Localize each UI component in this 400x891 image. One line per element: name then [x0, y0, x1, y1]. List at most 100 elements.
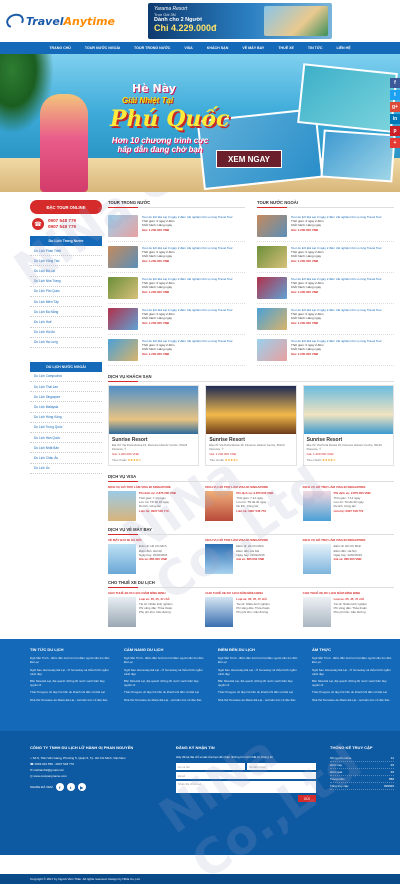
footer-link[interactable]: Thác Pongour về đẹp hút hồn du khách khi… — [312, 690, 394, 694]
nav-item[interactable]: TOUR NƯỚC NGOÀI — [78, 42, 127, 54]
tour-thumbnail[interactable] — [108, 308, 138, 330]
sidebar-link[interactable]: Du Lịch Campuchia — [30, 372, 102, 383]
footer-link[interactable]: Ngôi Sao Homestay Đà Lạt - Ở homestay và… — [30, 668, 112, 676]
hotel-card[interactable]: Sunrise Resort Địa chỉ: Via Porta Rossa 1… — [302, 385, 394, 467]
sidebar-link[interactable]: Du Lịch Phú Quốc — [30, 287, 102, 297]
sidebar-link[interactable]: Du Lịch Đà Nẵng — [30, 307, 102, 318]
footer-link[interactable]: Bốn Mùa Đà Lạt, địa quanh những lối nước… — [30, 679, 112, 687]
tour-item[interactable]: Tour du lịch Đà Lạt 3 ngày 2 đêm trải ng… — [108, 335, 245, 366]
sidebar-link[interactable]: Du Lịch Phan Thiết — [30, 246, 102, 257]
sidebar-link[interactable]: Du Lịch Thái Lan — [30, 382, 102, 393]
tour-thumbnail[interactable] — [108, 339, 138, 361]
sidebar-link[interactable]: Du Lịch Vũng Tàu — [30, 256, 102, 267]
social-icon[interactable]: + — [390, 138, 400, 148]
footer-link[interactable]: Thác Pongour về đẹp hút hồn du khách khi… — [124, 690, 206, 694]
footer-link[interactable]: Ngũ Sắc Trình - điểm đến hot hơn hút đám… — [30, 656, 112, 664]
tour-item[interactable]: Tour du lịch Đà Lạt 3 ngày 2 đêm trải ng… — [257, 242, 394, 273]
visa-card[interactable]: DỊCH VỤ HỖ TRỢ LÀM VISA ĐI SINGAPORE Phí … — [108, 485, 199, 522]
tour-item[interactable]: Tour du lịch Đà Lạt 3 ngày 2 đêm trải ng… — [257, 273, 394, 304]
tour-thumbnail[interactable] — [257, 339, 287, 361]
tour-item[interactable]: Tour du lịch Đà Lạt 3 ngày 2 đêm trải ng… — [257, 335, 394, 366]
tour-item[interactable]: Tour du lịch Đà Lạt 3 ngày 2 đêm trải ng… — [257, 211, 394, 242]
sidebar-link[interactable]: Du Lịch Nhật Bản — [30, 443, 102, 454]
flight-card-title[interactable]: DỊCH VỤ HỖ TRỢ LÀM VISA ĐI SINGAPORE — [205, 538, 296, 542]
hero-cta-button[interactable]: XEM NGAY — [216, 150, 282, 168]
footer-link[interactable]: Ngôi Sao Homestay Đà Lạt - Ở homestay và… — [124, 668, 206, 676]
sidebar-link[interactable]: Du Lịch Nha Trang — [30, 277, 102, 287]
tour-item[interactable]: Tour du lịch Đà Lạt 3 ngày 2 đêm trải ng… — [108, 273, 245, 304]
social-icon[interactable]: p — [390, 126, 400, 136]
nav-item[interactable]: KHÁCH SẠN — [200, 42, 236, 54]
sidebar-link[interactable]: Du Lịch Hồng Kông — [30, 413, 102, 423]
flight-card[interactable]: DỊCH VỤ HỖ TRỢ LÀM VISA ĐI SINGAPORE Điểm… — [302, 538, 394, 575]
hotel-card[interactable]: Sunrise Resort Địa chỉ: Via Porta Rossa 1… — [108, 385, 200, 467]
sidebar-link[interactable]: Du Lịch Trung Quốc — [30, 423, 102, 433]
car-image[interactable] — [108, 597, 136, 628]
visa-image[interactable] — [205, 491, 234, 522]
footer-link[interactable]: Nhà thờ Domaine de Marie Đà Lạt - nét ki… — [312, 698, 394, 702]
send-button[interactable]: GỬI — [298, 795, 316, 803]
footer-link[interactable]: Ngũ Sắc Trình - điểm đến hot hơn hút đám… — [218, 656, 300, 664]
visa-image[interactable] — [302, 491, 331, 522]
footer-link[interactable]: Nhà thờ Domaine de Marie Đà Lạt - nét ki… — [30, 698, 112, 702]
hotel-image[interactable] — [303, 386, 393, 434]
car-card-title[interactable]: CHO THUÊ XE DU LỊCH NĂM BÌNH ĐỊNH — [303, 591, 394, 595]
tour-thumbnail[interactable] — [257, 246, 287, 268]
footer-link[interactable]: Nhà thờ Domaine de Marie Đà Lạt - nét ki… — [124, 698, 206, 702]
sidebar-link[interactable]: Du Lịch Miền Tây — [30, 297, 102, 308]
tour-item[interactable]: Tour du lịch Đà Lạt 3 ngày 2 đêm trải ng… — [108, 211, 245, 242]
footer-link[interactable]: Thác Pongour về đẹp hút hồn du khách khi… — [30, 690, 112, 694]
nav-item[interactable]: VÉ MÁY BAY — [235, 42, 271, 54]
sidebar-link[interactable]: Du Lịch Châu Âu — [30, 453, 102, 464]
tour-thumbnail[interactable] — [257, 277, 287, 299]
footer-link[interactable]: Bốn Mùa Đà Lạt, địa quanh những lối nước… — [312, 679, 394, 687]
sidebar-link[interactable]: Du Lịch Úc — [30, 464, 102, 474]
nav-item[interactable]: VISA — [177, 42, 199, 54]
name-input[interactable]: Họ và tên — [176, 763, 245, 771]
flight-card-title[interactable]: VÉ MÁY BAY ĐI HÀ NỘI — [108, 538, 199, 542]
hotel-image[interactable] — [206, 386, 296, 434]
hotel-image[interactable] — [109, 386, 199, 434]
visa-card-title[interactable]: DỊCH VỤ HỖ TRỢ LÀM VISA ĐI SINGAPORE — [303, 485, 394, 489]
tour-item[interactable]: Tour du lịch Đà Lạt 3 ngày 2 đêm trải ng… — [108, 304, 245, 335]
footer-link[interactable]: Thác Pongour về đẹp hút hồn du khách khi… — [218, 690, 300, 694]
social-icon[interactable]: f — [390, 78, 400, 88]
car-image[interactable] — [302, 597, 331, 628]
footer-link[interactable]: Ngũ Sắc Trình - điểm đến hot hơn hút đám… — [312, 656, 394, 664]
visa-card[interactable]: DỊCH VỤ HỖ TRỢ LÀM VISA ĐI SINGAPORE Phí … — [205, 485, 296, 522]
visa-card-title[interactable]: DỊCH VỤ HỖ TRỢ LÀM VISA ĐI SINGAPORE — [205, 485, 296, 489]
sidebar-link[interactable]: Du Lịch Đà Lạt — [30, 266, 102, 277]
flight-card[interactable]: VÉ MÁY BAY ĐI HÀ NỘI Điểm đi: Hồ Chí Minh… — [108, 538, 199, 575]
social-icon[interactable]: in — [390, 114, 400, 124]
flight-card-title[interactable]: DỊCH VỤ HỖ TRỢ LÀM VISA ĐI SINGAPORE — [303, 538, 394, 542]
twitter-icon[interactable]: t — [66, 783, 75, 792]
header-banner-ad[interactable]: Yarama Resort Trọn Gói 3N Dành cho 2 Ngư… — [148, 3, 332, 39]
flight-image[interactable] — [108, 544, 136, 575]
book-tour-button[interactable]: ĐẶC TOUR ONLINE — [30, 200, 102, 214]
tour-thumbnail[interactable] — [108, 215, 138, 237]
visa-card[interactable]: DỊCH VỤ HỖ TRỢ LÀM VISA ĐI SINGAPORE Phí … — [302, 485, 394, 522]
nav-item[interactable]: TRANG CHỦ — [42, 42, 78, 54]
phone-2[interactable]: 0907 548 779 — [48, 224, 76, 230]
footer-link[interactable]: Nhà thờ Domaine de Marie Đà Lạt - nét ki… — [218, 698, 300, 702]
email-input[interactable]: Email — [176, 772, 316, 780]
hotel-card[interactable]: Sunrise Resort Địa chỉ: Via Porta Rossa 1… — [205, 385, 297, 467]
tour-item[interactable]: Tour du lịch Đà Lạt 3 ngày 2 đêm trải ng… — [108, 242, 245, 273]
car-card-title[interactable]: CHO THUÊ XE DU LỊCH NĂM BÌNH ĐỊNH — [108, 591, 199, 595]
content-input[interactable]: Nhập địa chỉ email — [176, 781, 316, 794]
sidebar-link[interactable]: Du Lịch Hạ Long — [30, 338, 102, 348]
flight-card[interactable]: DỊCH VỤ HỖ TRỢ LÀM VISA ĐI SINGAPORE Điểm… — [205, 538, 296, 575]
nav-item[interactable]: TIN TỨC — [301, 42, 330, 54]
visa-card-title[interactable]: DỊCH VỤ HỖ TRỢ LÀM VISA ĐI SINGAPORE — [108, 485, 199, 489]
tour-thumbnail[interactable] — [257, 308, 287, 330]
car-image[interactable] — [205, 597, 234, 628]
footer-link[interactable]: Ngũ Sắc Trình - điểm đến hot hơn hút đám… — [124, 656, 206, 664]
footer-link[interactable]: Bốn Mùa Đà Lạt, địa quanh những lối nước… — [124, 679, 206, 687]
social-icon[interactable]: t — [390, 90, 400, 100]
flight-image[interactable] — [205, 544, 234, 575]
sidebar-link[interactable]: Du Lịch Malaysia — [30, 402, 102, 413]
nav-item[interactable]: THUÊ XE — [271, 42, 301, 54]
tour-thumbnail[interactable] — [108, 277, 138, 299]
tour-thumbnail[interactable] — [108, 246, 138, 268]
footer-link[interactable]: Bốn Mùa Đà Lạt, địa quanh những lối nước… — [218, 679, 300, 687]
